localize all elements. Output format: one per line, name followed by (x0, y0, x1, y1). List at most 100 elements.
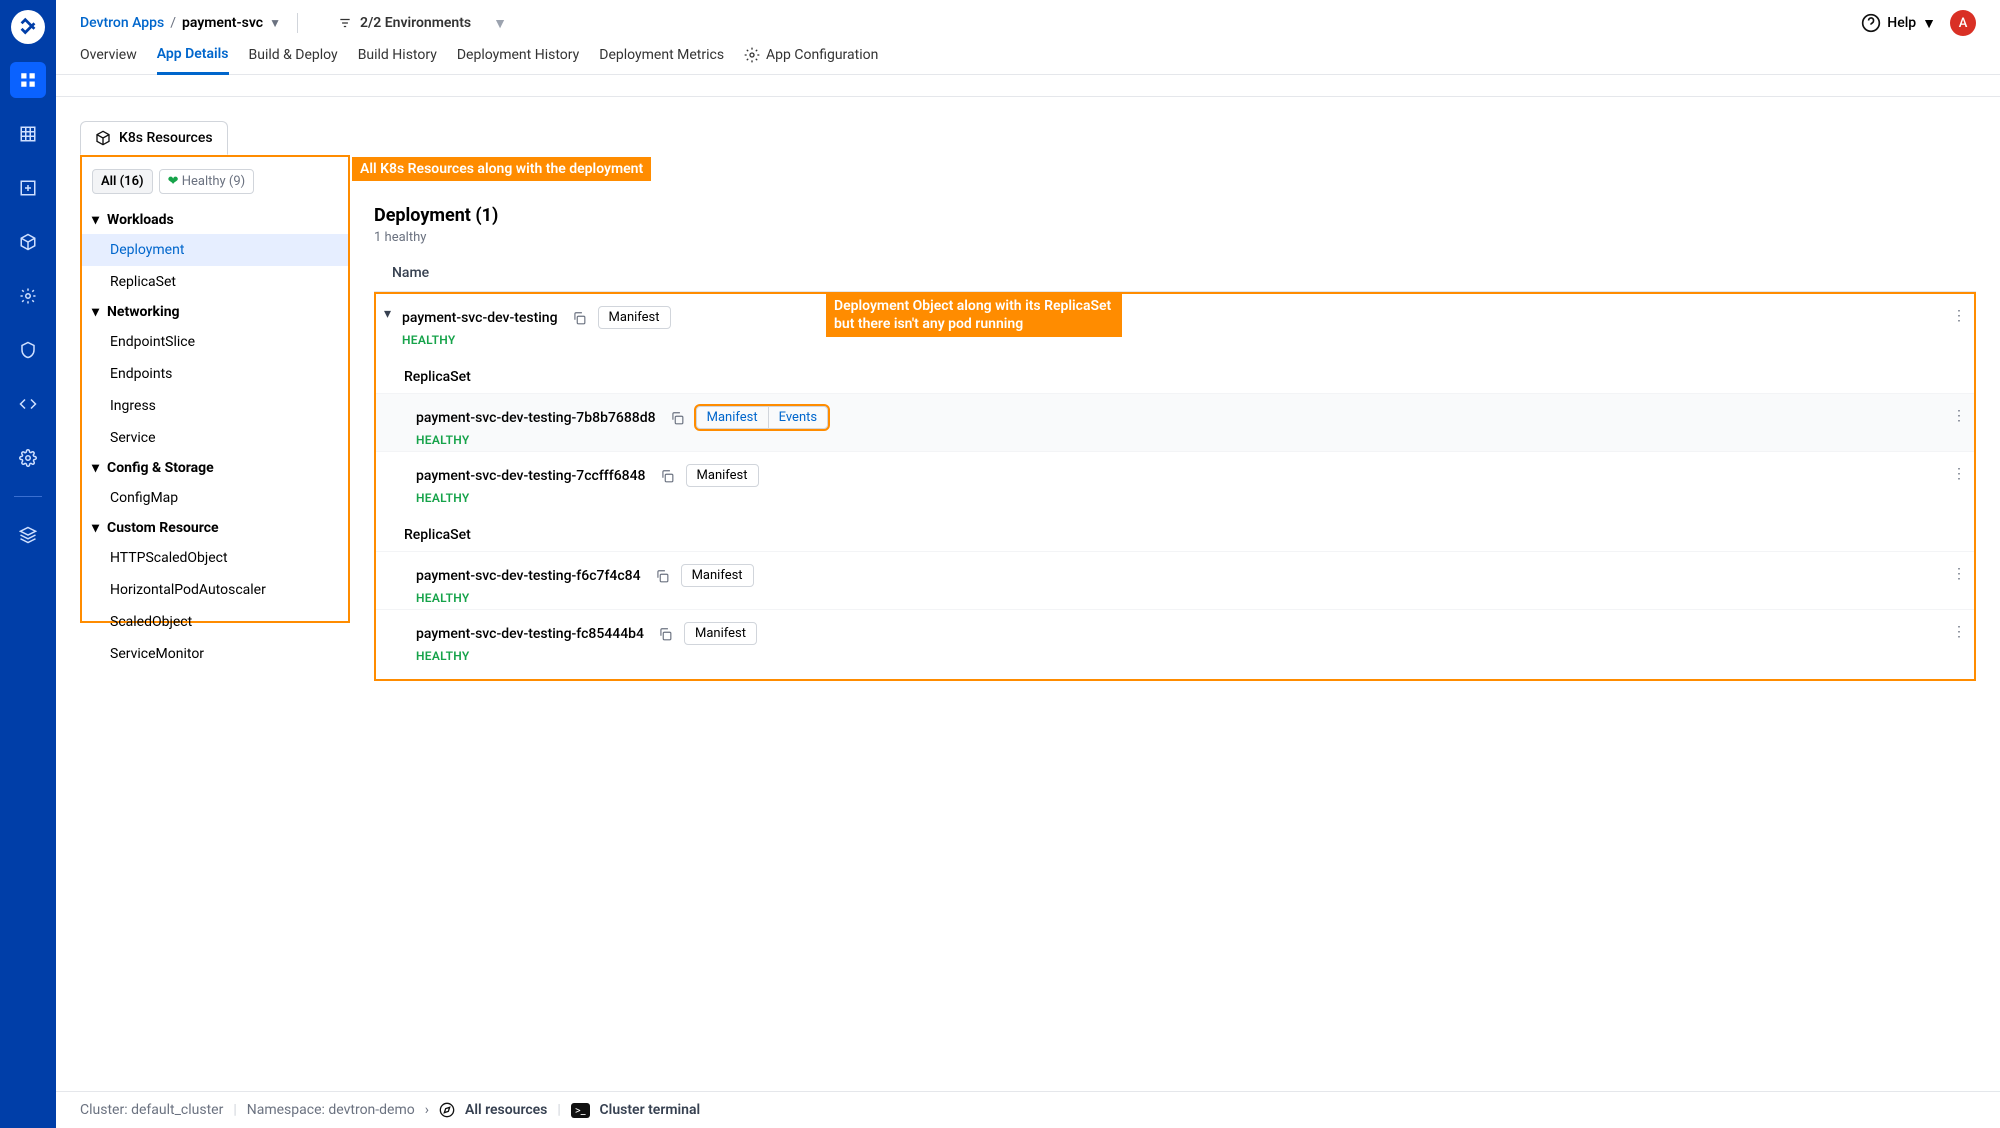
compass-icon (439, 1102, 455, 1118)
nav-shield-icon[interactable] (10, 332, 46, 368)
replicaset-row: payment-svc-dev-testing-7b8b7688d8 Manif… (376, 393, 1974, 451)
chevron-right-icon: › (425, 1102, 429, 1118)
copy-icon[interactable] (654, 623, 676, 645)
nav-box-icon[interactable] (10, 224, 46, 260)
caret-down-icon: ▾ (92, 304, 99, 320)
copy-icon[interactable] (656, 465, 678, 487)
tab-build-history[interactable]: Build History (358, 46, 437, 74)
tree-item-endpointslice[interactable]: EndpointSlice (82, 326, 348, 358)
section-title: Deployment (1) (374, 205, 1976, 226)
resource-name: payment-svc-dev-testing-7b8b7688d8 (416, 410, 656, 426)
replicaset-heading: ReplicaSet (376, 351, 1974, 393)
tab-build-deploy[interactable]: Build & Deploy (249, 46, 338, 74)
cube-icon (95, 130, 111, 146)
footer-namespace: Namespace: devtron-demo (247, 1102, 415, 1118)
copy-icon[interactable] (651, 565, 673, 587)
kebab-menu-icon[interactable]: ⋮ (1952, 466, 1966, 482)
help-icon (1861, 13, 1881, 33)
deployment-row: ▾ payment-svc-dev-testing Manifest HEA (376, 294, 1974, 351)
avatar[interactable]: A (1950, 10, 1976, 36)
copy-icon[interactable] (568, 307, 590, 329)
help-button[interactable]: Help ▼ (1861, 13, 1936, 33)
tree-item-servicemonitor[interactable]: ServiceMonitor (82, 638, 348, 670)
nav-settings-icon[interactable] (10, 440, 46, 476)
footer-all-resources[interactable]: All resources (465, 1102, 547, 1118)
manifest-button[interactable]: Manifest (686, 464, 759, 487)
kebab-menu-icon[interactable]: ⋮ (1952, 408, 1966, 424)
tree-item-replicaset[interactable]: ReplicaSet (82, 266, 348, 298)
kebab-menu-icon[interactable]: ⋮ (1952, 624, 1966, 640)
manifest-button[interactable]: Manifest (681, 564, 754, 587)
tree-item-httpscaledobject[interactable]: HTTPScaledObject (82, 542, 348, 574)
resource-name: payment-svc-dev-testing-f6c7f4c84 (416, 568, 641, 584)
main-tabs: Overview App Details Build & Deploy Buil… (56, 36, 2000, 75)
logo (11, 10, 45, 44)
tree-item-hpa[interactable]: HorizontalPodAutoscaler (82, 574, 348, 606)
events-button[interactable]: Events (768, 407, 827, 428)
deployment-detail-box: Deployment Object along with its Replica… (374, 292, 1976, 681)
footer-cluster-terminal[interactable]: Cluster terminal (600, 1102, 701, 1118)
health-status: HEALTHY (416, 433, 828, 447)
tree-group-custom[interactable]: ▾Custom Resource (82, 514, 348, 542)
chevron-down-icon: ▼ (493, 15, 507, 32)
copy-icon[interactable] (666, 407, 688, 429)
tab-deployment-history[interactable]: Deployment History (457, 46, 579, 74)
footer-bar: Cluster: default_cluster | Namespace: de… (56, 1091, 2000, 1128)
tree-item-ingress[interactable]: Ingress (82, 390, 348, 422)
resource-name: payment-svc-dev-testing-fc85444b4 (416, 626, 644, 642)
footer-cluster: Cluster: default_cluster (80, 1102, 223, 1118)
filter-healthy[interactable]: ❤ Healthy (9) (159, 169, 255, 194)
tree-item-deployment[interactable]: Deployment (82, 234, 348, 266)
health-status: HEALTHY (416, 491, 759, 505)
nav-apps-icon[interactable] (10, 62, 46, 98)
nav-layers-icon[interactable] (10, 517, 46, 553)
kebab-menu-icon[interactable]: ⋮ (1952, 308, 1966, 324)
manifest-button[interactable]: Manifest (684, 622, 757, 645)
caret-down-icon: ▾ (92, 212, 99, 228)
chevron-down-icon[interactable]: ▼ (269, 16, 281, 30)
tree-item-endpoints[interactable]: Endpoints (82, 358, 348, 390)
breadcrumb-root[interactable]: Devtron Apps (80, 15, 164, 31)
tree-item-service[interactable]: Service (82, 422, 348, 454)
manifest-events-group: Manifest Events (696, 406, 828, 429)
filter-icon (338, 16, 352, 30)
nav-gear-icon[interactable] (10, 278, 46, 314)
nav-code-icon[interactable] (10, 386, 46, 422)
replicaset-row: payment-svc-dev-testing-7ccfff6848 Manif… (376, 451, 1974, 509)
resource-name: payment-svc-dev-testing (402, 310, 558, 326)
caret-down-icon: ▾ (92, 520, 99, 536)
kebab-menu-icon[interactable]: ⋮ (1952, 566, 1966, 582)
annotation-callout: All K8s Resources along with the deploym… (352, 157, 651, 181)
health-status: HEALTHY (416, 591, 754, 605)
tree-item-configmap[interactable]: ConfigMap (82, 482, 348, 514)
caret-down-icon[interactable]: ▾ (384, 306, 402, 322)
breadcrumb-current: payment-svc (182, 15, 263, 31)
health-status: HEALTHY (402, 333, 671, 347)
resource-tree-panel: All K8s Resources along with the deploym… (80, 155, 350, 623)
tab-app-configuration[interactable]: App Configuration (744, 46, 878, 74)
manifest-button[interactable]: Manifest (697, 407, 768, 428)
tree-group-networking[interactable]: ▾Networking (82, 298, 348, 326)
caret-down-icon: ▾ (92, 460, 99, 476)
nav-plus-icon[interactable] (10, 170, 46, 206)
nav-rail (0, 0, 56, 1128)
replicaset-row: payment-svc-dev-testing-f6c7f4c84 Manife… (376, 551, 1974, 609)
filter-all[interactable]: All (16) (92, 169, 153, 194)
tree-group-workloads[interactable]: ▾Workloads (82, 206, 348, 234)
terminal-icon: >_ (571, 1103, 590, 1118)
heart-icon: ❤ (168, 174, 179, 189)
gear-icon (744, 47, 760, 63)
environments-selector[interactable]: 2/2 Environments ▼ (338, 15, 507, 32)
breadcrumb: Devtron Apps / payment-svc ▼ (80, 15, 281, 31)
nav-grid-icon[interactable] (10, 116, 46, 152)
tree-group-config[interactable]: ▾Config & Storage (82, 454, 348, 482)
section-subtitle: 1 healthy (374, 230, 1976, 245)
tree-item-scaledobject[interactable]: ScaledObject (82, 606, 348, 638)
tab-overview[interactable]: Overview (80, 46, 137, 74)
health-status: HEALTHY (416, 649, 757, 663)
replicaset-row: payment-svc-dev-testing-fc85444b4 Manife… (376, 609, 1974, 667)
tab-app-details[interactable]: App Details (157, 46, 229, 75)
manifest-button[interactable]: Manifest (598, 306, 671, 329)
k8s-resources-tab[interactable]: K8s Resources (80, 121, 228, 155)
tab-deployment-metrics[interactable]: Deployment Metrics (599, 46, 724, 74)
